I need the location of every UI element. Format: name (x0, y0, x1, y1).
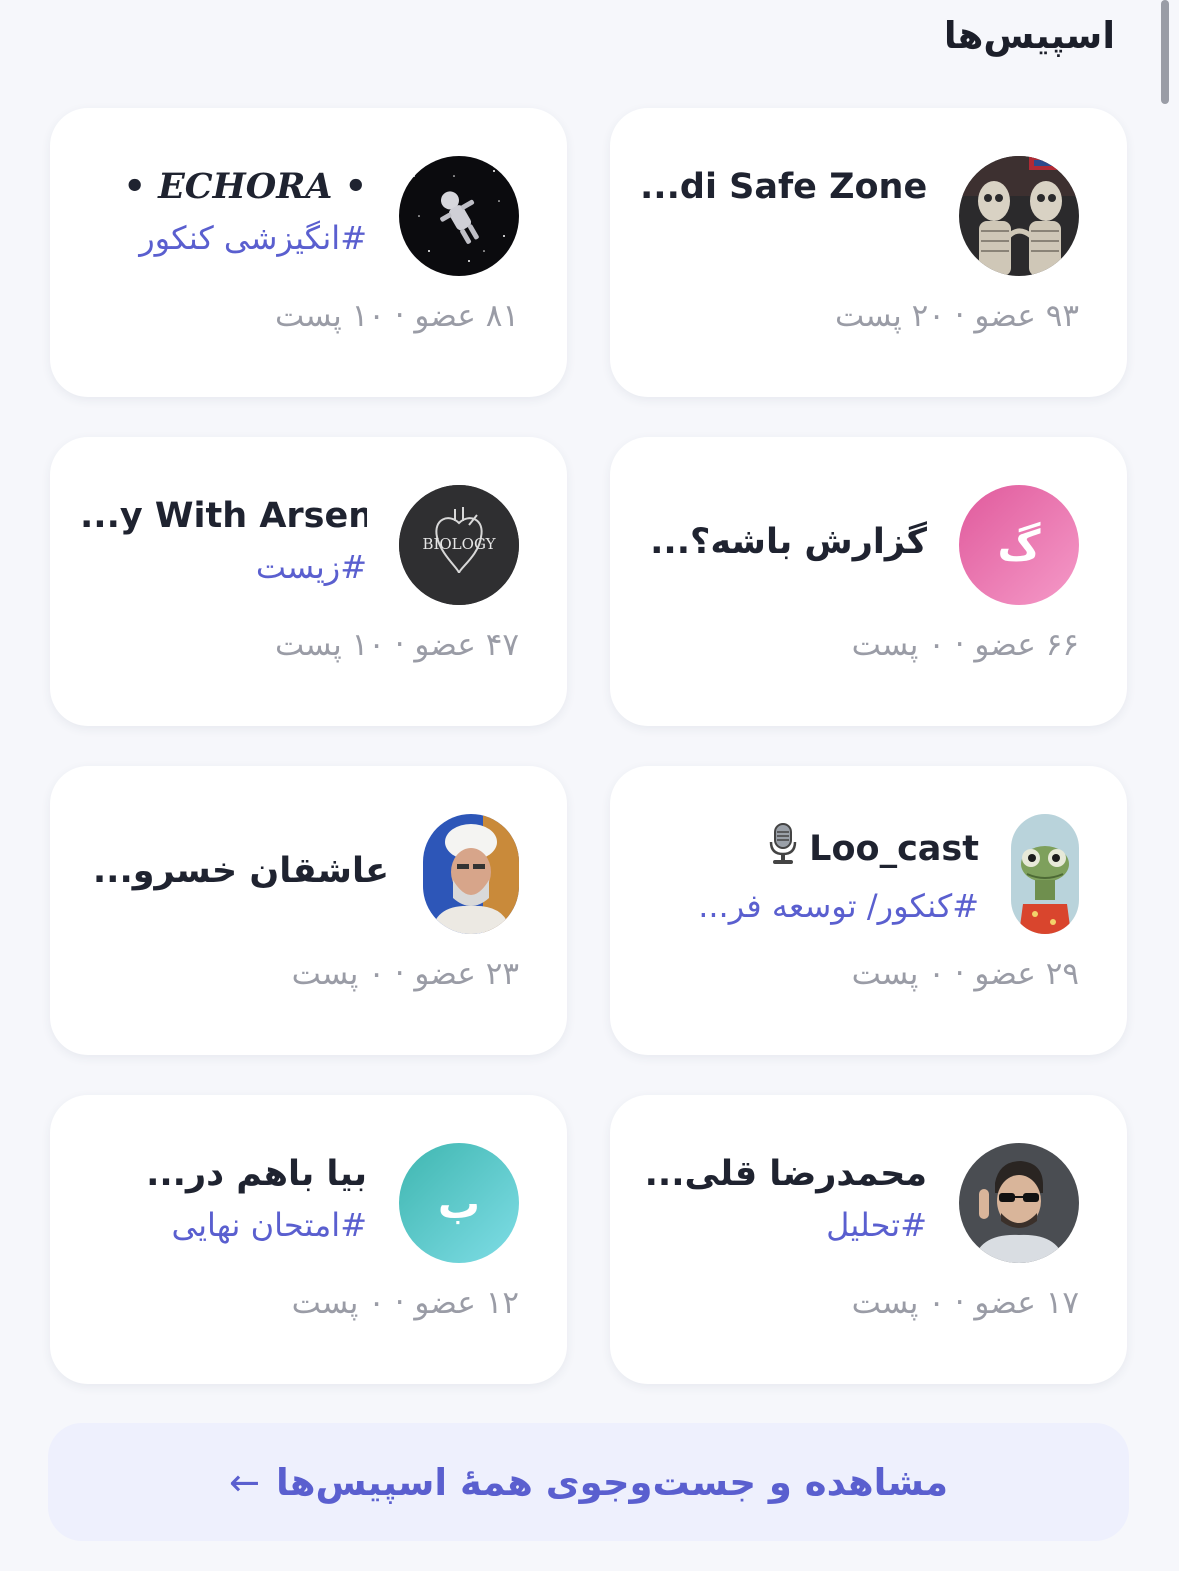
space-name: بیا باهم در... (146, 1154, 367, 1194)
space-stats: ۱۲ عضو · ۰ پست (291, 1285, 519, 1321)
space-stats: ۸۱ عضو · ۱۰ پست (274, 298, 519, 334)
cleric-portrait-image (423, 814, 519, 934)
space-avatar (399, 156, 519, 276)
space-stats: ۹۳ عضو · ۲۰ پست (834, 298, 1079, 334)
space-card[interactable]: • ECHORA • #انگیزشی کنکور ۸۱ عضو · ۱۰ پس… (50, 108, 567, 397)
arrow-left-icon: ← (228, 1460, 260, 1504)
space-stats: ۲۳ عضو · ۰ پست (291, 956, 519, 992)
space-tag[interactable]: #کنکور/ توسعه فر... (640, 884, 979, 928)
space-avatar: گ (959, 485, 1079, 605)
man-portrait-image (959, 1143, 1079, 1263)
space-tag[interactable]: #امتحان نهایی (80, 1203, 367, 1247)
space-card[interactable]: BIOLOGY ...y With Arsen #زیست ۴۷ عضو · ۱… (50, 437, 567, 726)
view-all-spaces-button[interactable]: مشاهده و جست‌وجوی همهٔ اسپیس‌ها ← (48, 1423, 1129, 1541)
avatar-letter: گ (997, 520, 1041, 570)
section-title: اسپیس‌ها (943, 14, 1115, 57)
space-avatar (1011, 814, 1079, 934)
chameleon-image (1011, 814, 1079, 934)
space-card[interactable]: گ گزارش باشه؟... ۶۶ عضو · ۰ پست (610, 437, 1127, 726)
space-name: ...di Safe Zone (640, 167, 927, 207)
space-stats: ۴۷ عضو · ۱۰ پست (274, 627, 519, 663)
biology-text: BIOLOGY (422, 535, 496, 553)
biology-heart-image: BIOLOGY (399, 485, 519, 605)
avatar-letter: ب (437, 1178, 481, 1228)
space-name: Loo_cast (640, 822, 979, 878)
space-name-text: Loo_cast (809, 829, 979, 869)
space-card[interactable]: محمدرضا قلی... #تحلیل ۱۷ عضو · ۰ پست (610, 1095, 1127, 1384)
space-tag[interactable]: #تحلیل (640, 1203, 927, 1247)
space-name: ...y With Arsen (80, 496, 367, 536)
space-card[interactable]: Loo_cast #کنکور/ توسعه فر... ۲۹ عضو · ۰ … (610, 766, 1127, 1055)
scrollbar[interactable] (1161, 0, 1169, 104)
space-avatar: ب (399, 1143, 519, 1263)
space-name: محمدرضا قلی... (644, 1154, 927, 1194)
view-all-spaces-label: مشاهده و جست‌وجوی همهٔ اسپیس‌ها (275, 1460, 949, 1504)
spaces-grid: ...di Safe Zone ۹۳ عضو · ۲۰ پست • ECHORA… (50, 108, 1127, 1384)
skeletons-image (959, 156, 1079, 276)
space-tag[interactable]: #زیست (80, 545, 367, 589)
space-card[interactable]: عاشقان خسرو... ۲۳ عضو · ۰ پست (50, 766, 567, 1055)
space-avatar: BIOLOGY (399, 485, 519, 605)
space-tag[interactable]: #انگیزشی کنکور (80, 216, 367, 260)
space-avatar (959, 1143, 1079, 1263)
space-name: گزارش باشه؟... (650, 522, 927, 562)
space-card[interactable]: ...di Safe Zone ۹۳ عضو · ۲۰ پست (610, 108, 1127, 397)
space-stats: ۱۷ عضو · ۰ پست (851, 1285, 1079, 1321)
space-stats: ۲۹ عضو · ۰ پست (851, 956, 1079, 992)
astronaut-space-image (399, 156, 519, 276)
microphone-icon (765, 822, 801, 878)
space-name: • ECHORA • (123, 166, 367, 207)
space-name: عاشقان خسرو... (92, 851, 389, 891)
space-avatar (959, 156, 1079, 276)
space-stats: ۶۶ عضو · ۰ پست (851, 627, 1079, 663)
space-avatar (423, 814, 519, 934)
space-card[interactable]: ب بیا باهم در... #امتحان نهایی ۱۲ عضو · … (50, 1095, 567, 1384)
